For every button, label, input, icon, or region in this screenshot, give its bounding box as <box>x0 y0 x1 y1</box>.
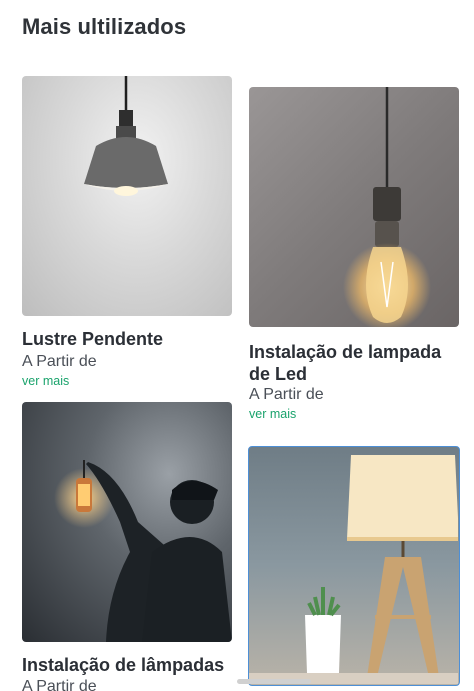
price-label: A Partir de <box>22 353 97 370</box>
ver-mais-link[interactable]: ver mais <box>249 407 296 421</box>
card-title: Lustre Pendente <box>22 329 164 349</box>
section-title: Mais ultilizados <box>22 14 187 39</box>
ver-mais-link[interactable]: ver mais <box>22 374 69 388</box>
price-label: A Partir de <box>249 386 324 403</box>
edison-bulb-photo[interactable] <box>249 87 459 327</box>
pendant-lamp-photo[interactable] <box>22 76 232 316</box>
card-title: Instalação de lâmpadas <box>22 655 225 675</box>
table-lamp-photo[interactable] <box>248 446 460 686</box>
card-title: Instalação de lampada de Led <box>249 342 442 384</box>
price-label: A Partir de <box>22 678 97 691</box>
man-with-lantern-photo[interactable] <box>22 402 232 642</box>
home-indicator[interactable] <box>237 679 311 684</box>
